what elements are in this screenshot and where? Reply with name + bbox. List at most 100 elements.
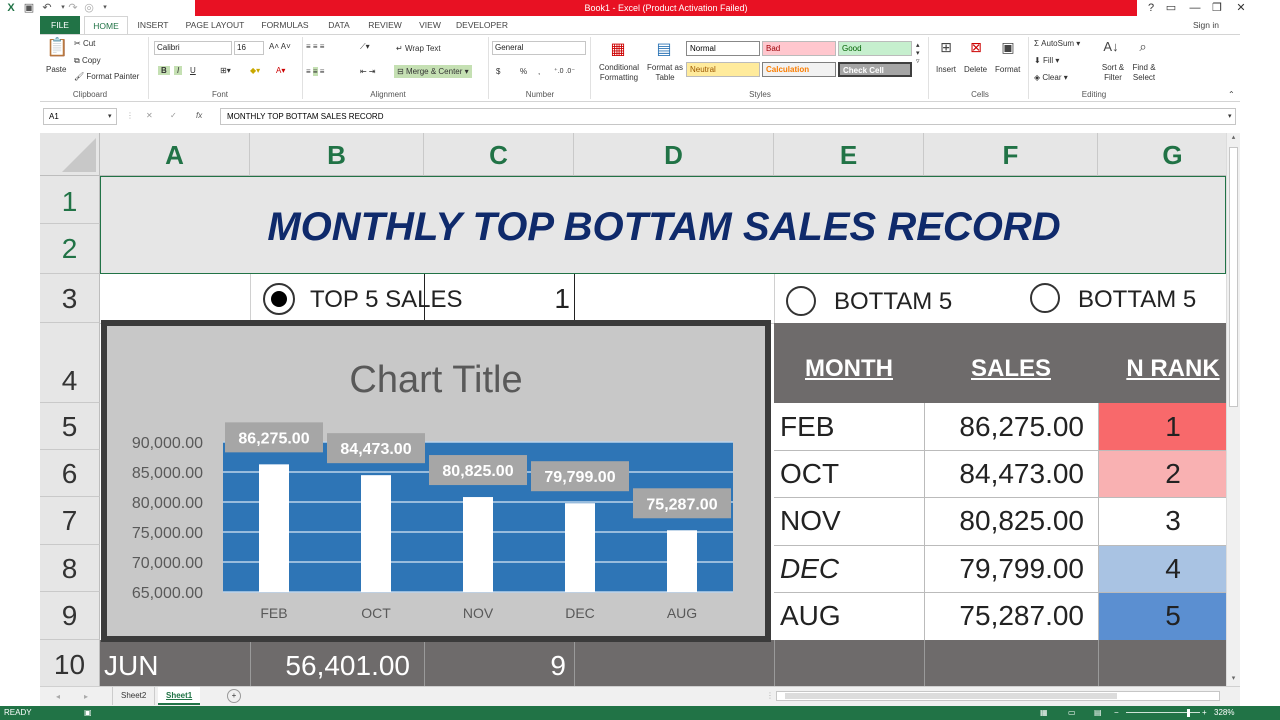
row-header-3[interactable]: 3 — [40, 274, 100, 323]
table-row[interactable]: OCT 84,473.00 2 — [774, 450, 1226, 497]
vertical-scrollbar[interactable]: ▴ ▾ — [1226, 133, 1240, 686]
title-banner[interactable]: MONTHLY TOP BOTTAM SALES RECORD — [100, 176, 1226, 274]
row-header-5[interactable]: 5 — [40, 403, 100, 450]
fill-color-icon[interactable]: ◆▾ — [250, 66, 260, 75]
row-header-6[interactable]: 6 — [40, 450, 100, 497]
binoculars-icon[interactable]: ⌕ — [1134, 39, 1152, 55]
table-row[interactable]: NOV 80,825.00 3 — [774, 497, 1226, 545]
delete-cells-button[interactable]: Delete — [964, 65, 987, 74]
tab-insert[interactable]: INSERT — [132, 16, 174, 34]
table-row[interactable]: DEC 79,799.00 4 — [774, 545, 1226, 592]
name-box-dropdown-icon[interactable]: ▾ — [108, 112, 112, 120]
column-header-e[interactable]: E — [774, 133, 924, 176]
collapse-ribbon-icon[interactable]: ⌃ — [1228, 90, 1235, 99]
undo-icon[interactable]: ↶ — [40, 1, 54, 15]
find-select-button[interactable]: Find & Select — [1128, 63, 1160, 83]
number-format-select[interactable]: General — [492, 41, 586, 55]
column-header-g[interactable]: G — [1098, 133, 1226, 176]
zoom-out-icon[interactable]: − — [1114, 706, 1119, 720]
customize-qat-icon[interactable]: ▾ — [98, 1, 112, 15]
page-layout-view-icon[interactable]: ▭ — [1068, 706, 1076, 720]
tab-formulas[interactable]: FORMULAS — [256, 16, 314, 34]
format-painter-button[interactable]: 🖌 Format Painter — [74, 72, 139, 81]
clear-button[interactable]: ◈ Clear ▾ — [1034, 73, 1068, 82]
expand-formula-icon[interactable]: ▾ — [1228, 112, 1232, 120]
prev-sheet-icon[interactable]: ◂ — [56, 692, 60, 701]
orientation-icon[interactable]: ⟋▾ — [360, 42, 370, 52]
bottom5-radio-button-1[interactable] — [786, 286, 816, 316]
currency-button[interactable]: $ — [496, 67, 500, 76]
format-as-table-button[interactable]: Format as Table — [644, 63, 686, 83]
bold-button[interactable]: B — [158, 66, 170, 75]
italic-button[interactable]: I — [174, 66, 183, 75]
row-header-2[interactable]: 2 — [40, 224, 100, 274]
minimize-button[interactable]: — — [1184, 0, 1206, 16]
row-header-7[interactable]: 7 — [40, 497, 100, 545]
paste-button[interactable]: Paste — [46, 65, 66, 74]
header-month[interactable]: MONTH — [774, 355, 924, 383]
top5-radio-button[interactable] — [263, 283, 295, 315]
page-break-view-icon[interactable]: ▤ — [1094, 706, 1102, 720]
paste-icon[interactable]: 📋 — [46, 37, 68, 59]
help-button[interactable]: ? — [1140, 0, 1162, 16]
row-header-10[interactable]: 10 — [40, 640, 100, 686]
tab-page-layout[interactable]: PAGE LAYOUT — [180, 16, 250, 34]
copy-button[interactable]: ⧉ Copy — [74, 56, 101, 66]
sign-in-link[interactable]: Sign in — [1186, 16, 1226, 34]
style-bad[interactable]: Bad — [762, 41, 836, 56]
row-header-4[interactable]: 4 — [40, 323, 100, 403]
horizontal-scroll-thumb[interactable] — [785, 693, 1117, 699]
row-header-9[interactable]: 9 — [40, 592, 100, 640]
tab-developer[interactable]: DEVELOPER — [454, 16, 510, 34]
tab-home[interactable]: HOME — [84, 16, 128, 34]
horizontal-scrollbar[interactable] — [776, 691, 1220, 701]
tab-view[interactable]: VIEW — [412, 16, 448, 34]
split-handle-icon[interactable]: ⋮ — [766, 691, 774, 700]
sort-filter-icon[interactable]: A↓ — [1102, 39, 1120, 54]
insert-function-icon[interactable]: fx — [196, 111, 202, 120]
name-box[interactable]: A1 — [43, 108, 117, 125]
normal-view-icon[interactable]: ▦ — [1040, 706, 1048, 720]
touch-mode-icon[interactable]: ◎ — [82, 1, 96, 15]
insert-cells-button[interactable]: Insert — [936, 65, 956, 74]
borders-icon[interactable]: ⊞▾ — [220, 66, 231, 75]
column-header-a[interactable]: A — [100, 133, 250, 176]
style-check-cell[interactable]: Check Cell — [838, 62, 912, 77]
style-neutral[interactable]: Neutral — [686, 62, 760, 77]
wrap-text-button[interactable]: ↵ Wrap Text — [396, 44, 441, 53]
column-header-c[interactable]: C — [424, 133, 574, 176]
sheet-tab-sheet1[interactable]: Sheet1 — [158, 687, 201, 705]
new-sheet-icon[interactable]: + — [227, 689, 241, 703]
next-sheet-icon[interactable]: ▸ — [84, 692, 88, 701]
tab-file[interactable]: FILE — [40, 16, 80, 34]
vertical-scroll-thumb[interactable] — [1229, 147, 1238, 407]
macro-record-icon[interactable]: ▣ — [84, 706, 92, 720]
merge-center-button[interactable]: ⊟ Merge & Center ▾ — [394, 65, 472, 78]
cancel-icon[interactable]: ✕ — [146, 111, 153, 120]
formula-input[interactable]: MONTHLY TOP BOTTAM SALES RECORD — [220, 108, 1236, 125]
format-as-table-icon[interactable]: ▤ — [654, 39, 674, 59]
decimal-icon[interactable]: ⁺.0 .0⁻ — [554, 67, 575, 75]
row-10[interactable]: JUN 56,401.00 9 — [100, 640, 1226, 686]
align-left-icon[interactable]: ≡ ≡ ≡ — [306, 67, 324, 76]
sheet-tab-sheet2[interactable]: Sheet2 — [112, 687, 156, 705]
style-calculation[interactable]: Calculation — [762, 62, 836, 77]
grow-font-icon[interactable]: A˄ A˅ — [269, 42, 291, 51]
style-normal[interactable]: Normal — [686, 41, 760, 56]
styles-scroll-icon[interactable]: ▴ ▾ ▿ — [916, 41, 920, 65]
delete-cells-icon[interactable]: ⊠ — [968, 39, 984, 56]
table-row[interactable]: FEB 86,275.00 1 — [774, 403, 1226, 450]
table-row[interactable]: AUG 75,287.00 5 — [774, 592, 1226, 640]
select-all-corner[interactable] — [40, 133, 100, 176]
indent-icon[interactable]: ⇤ ⇥ — [360, 67, 376, 76]
zoom-level[interactable]: 328% — [1214, 706, 1234, 720]
format-cells-icon[interactable]: ▣ — [1000, 39, 1016, 56]
option-value-cell[interactable]: 1 — [430, 283, 570, 315]
font-color-icon[interactable]: A▾ — [276, 66, 285, 75]
row-header-8[interactable]: 8 — [40, 545, 100, 592]
autosum-button[interactable]: Σ AutoSum ▾ — [1034, 39, 1080, 48]
conditional-formatting-icon[interactable]: ▦ — [608, 39, 628, 59]
conditional-formatting-button[interactable]: Conditional Formatting — [594, 63, 644, 83]
chart-title[interactable]: Chart Title — [349, 359, 522, 401]
enter-icon[interactable]: ✓ — [170, 111, 177, 120]
